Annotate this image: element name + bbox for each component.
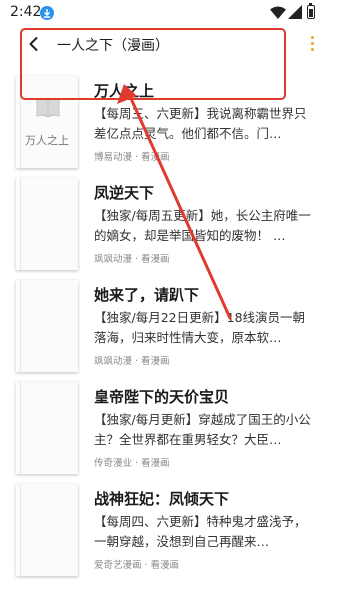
book-cover[interactable]: [16, 382, 78, 474]
book-cover[interactable]: [16, 178, 78, 270]
back-arrow-icon[interactable]: [24, 34, 44, 54]
cover-title: 万人之上: [25, 134, 69, 147]
status-time: 2:42: [10, 4, 42, 20]
page-title: 一人之下（漫画）: [57, 38, 169, 54]
book-cover[interactable]: [16, 280, 78, 372]
book-title[interactable]: 凤逆天下: [94, 182, 154, 203]
book-description: 【独家/每月更新】穿越成了国王的小公主？全世界都在重男轻女？大臣…: [94, 412, 311, 447]
list-item[interactable]: 凤逆天下 【独家/每周五更新】她，长公主府唯一的嫡女，却是举国皆知的废物！ … …: [0, 172, 337, 272]
book-meta: 飒飒动漫 · 看漫画: [94, 356, 170, 367]
more-options-icon[interactable]: [308, 34, 316, 56]
book-cover[interactable]: 万人之上: [16, 76, 78, 168]
download-icon: [40, 6, 54, 20]
app-header: 一人之下（漫画）: [0, 26, 337, 64]
book-icon: [36, 98, 60, 118]
book-description: 【每周三、六更新】我说离称霸世界只差亿点点灵气。他们都不信。门…: [94, 106, 307, 141]
book-description: 【独家/每周五更新】她，长公主府唯一的嫡女，却是举国皆知的废物！ …: [94, 208, 311, 243]
list-item[interactable]: 万人之上 万人之上 【每周三、六更新】我说离称霸世界只差亿点点灵气。他们都不信。…: [0, 70, 337, 170]
book-title[interactable]: 万人之上: [94, 80, 154, 101]
wifi-icon: [270, 6, 286, 19]
book-meta: 博易动漫 · 看漫画: [94, 152, 170, 163]
book-meta: 飒飒动漫 · 看漫画: [94, 254, 170, 265]
list-item[interactable]: 皇帝陛下的天价宝贝 【独家/每月更新】穿越成了国王的小公主？全世界都在重男轻女？…: [0, 376, 337, 476]
battery-icon: [307, 2, 315, 19]
book-title[interactable]: 皇帝陛下的天价宝贝: [94, 386, 229, 407]
book-cover[interactable]: [16, 484, 78, 576]
book-description: 【每周四、六更新】特种鬼才盛浅予，一朝穿越，没想到自己再醒来…: [94, 514, 307, 549]
book-description: 【独家/每月22日更新】18线演员一朝落海，归来时性情大变，原本软…: [94, 310, 306, 345]
signal-icon: [288, 5, 302, 19]
book-title[interactable]: 她来了，请趴下: [94, 284, 199, 305]
list-item[interactable]: 她来了，请趴下 【独家/每月22日更新】18线演员一朝落海，归来时性情大变，原本…: [0, 274, 337, 374]
list-item[interactable]: 战神狂妃：凤倾天下 【每周四、六更新】特种鬼才盛浅予，一朝穿越，没想到自己再醒来…: [0, 478, 337, 578]
book-meta: 爱奇艺漫画 · 看漫画: [94, 560, 180, 571]
status-bar: 2:42: [0, 0, 337, 26]
book-meta: 传奇漫业 · 看漫画: [94, 458, 170, 469]
book-title[interactable]: 战神狂妃：凤倾天下: [94, 488, 229, 509]
